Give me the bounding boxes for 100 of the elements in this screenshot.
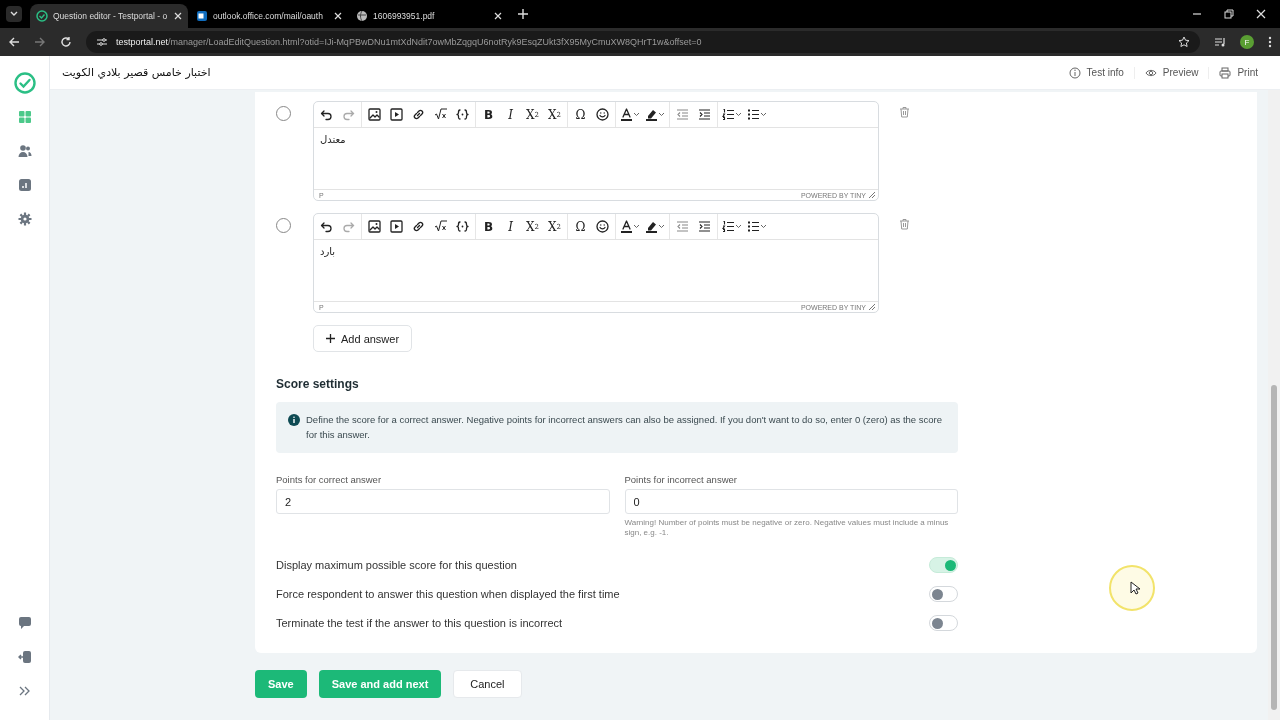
- toggle-label: Display maximum possible score for this question: [276, 558, 517, 571]
- chevron-down-icon: [10, 11, 18, 17]
- square-root-icon: [434, 220, 447, 233]
- outdent-icon: [676, 220, 689, 233]
- forward-arrow-icon[interactable]: [34, 36, 46, 48]
- image-button[interactable]: [365, 217, 384, 236]
- browser-tab[interactable]: 1606993951.pdf: [350, 4, 508, 28]
- number-input-field[interactable]: 2: [276, 489, 610, 514]
- text-color-icon: [620, 220, 633, 233]
- cursor-highlight: [1109, 565, 1155, 611]
- tab-list-button[interactable]: [6, 6, 22, 22]
- address-bar[interactable]: testportal.net/manager/LoadEditQuestion.html?otid=IJi-MqPBwDNu1mtXdNdit7owMbZqgqU6notRyk9EsqZUkt3fX95MyCmuXW8QHrT1w&offset=0: [86, 31, 1200, 53]
- radio-button[interactable]: [276, 106, 291, 121]
- logout-icon[interactable]: [17, 650, 32, 664]
- superscript-button[interactable]: X$^{2}$: [545, 217, 564, 236]
- answer-text[interactable]: معتدل: [314, 128, 878, 189]
- media-control-icon[interactable]: [1214, 37, 1226, 47]
- redo-icon: [342, 220, 355, 233]
- close-icon[interactable]: [494, 12, 502, 20]
- header-action-button[interactable]: Test info: [1058, 66, 1134, 79]
- section-heading: Score settings: [276, 377, 360, 391]
- header-action-button[interactable]: Print: [1208, 66, 1268, 79]
- scrollbar[interactable]: [1268, 90, 1280, 720]
- bulleted-list-icon: [747, 220, 760, 233]
- new-tab-icon[interactable]: [518, 9, 528, 19]
- more-menu-icon[interactable]: [1268, 36, 1272, 48]
- bold-button[interactable]: B: [479, 217, 498, 236]
- browser-tab[interactable]: Question editor - Testportal - o: [30, 4, 188, 28]
- redo-icon: [342, 108, 355, 121]
- users-icon[interactable]: [17, 144, 32, 158]
- close-icon[interactable]: [334, 12, 342, 20]
- image-button[interactable]: [365, 105, 384, 124]
- trash-icon[interactable]: [899, 218, 910, 230]
- warning-text: Warning! Number of points must be negative or zero. Negative values must include a minus sign, e.g. -1.: [624, 518, 950, 538]
- toggle-switch[interactable]: [929, 585, 958, 602]
- numbered-list-icon: [722, 220, 735, 233]
- double-chevron-right-icon[interactable]: [17, 684, 32, 698]
- play-video-icon: [390, 220, 403, 233]
- trash-icon[interactable]: [899, 106, 910, 118]
- chevron-down-icon: [658, 224, 665, 229]
- charmap-button[interactable]: Ω: [571, 217, 590, 236]
- media-button[interactable]: [387, 105, 406, 124]
- toggle-label: Force respondent to answer this question when displayed the first time: [276, 587, 620, 600]
- charmap-button[interactable]: Ω: [571, 105, 590, 124]
- close-icon[interactable]: [174, 12, 182, 20]
- mail-app-icon: [196, 10, 208, 22]
- site-settings-icon[interactable]: [96, 37, 108, 47]
- restore-icon[interactable]: [1224, 9, 1234, 19]
- chevron-down-icon: [633, 112, 640, 117]
- reload-icon[interactable]: [60, 36, 72, 48]
- close-icon[interactable]: [1256, 9, 1266, 19]
- emoji-button[interactable]: [593, 217, 612, 236]
- test-title: اختبار خامس قصير بلادي الكويت: [62, 66, 211, 79]
- code-braces-icon: [456, 220, 469, 233]
- emoji-button[interactable]: [593, 105, 612, 124]
- media-button[interactable]: [387, 217, 406, 236]
- help-bubble-icon[interactable]: [17, 616, 32, 630]
- mouse-pointer-icon: [1130, 581, 1140, 595]
- settings-icon[interactable]: [17, 212, 32, 226]
- smiley-icon: [596, 220, 609, 233]
- toggle-switch[interactable]: [929, 556, 958, 573]
- link-icon: [412, 108, 425, 121]
- textcolor-button[interactable]: [619, 217, 641, 236]
- text-color-icon: [620, 108, 633, 121]
- chevron-down-icon: [760, 224, 767, 229]
- indent-icon: [698, 220, 711, 233]
- numbered-list-icon: [722, 108, 735, 121]
- header-action-button[interactable]: Preview: [1133, 66, 1209, 79]
- superscript-button[interactable]: X$^{2}$: [545, 105, 564, 124]
- square-root-icon: [434, 108, 447, 121]
- italic-button[interactable]: I: [501, 105, 520, 124]
- indent-icon: [698, 108, 711, 121]
- resize-handle-icon[interactable]: [869, 192, 875, 198]
- chevron-down-icon: [735, 224, 742, 229]
- image-icon: [368, 108, 381, 121]
- radio-button[interactable]: [276, 218, 291, 233]
- chart-icon[interactable]: [17, 178, 32, 192]
- resize-handle-icon[interactable]: [869, 304, 875, 310]
- back-arrow-icon[interactable]: [8, 36, 20, 48]
- star-icon[interactable]: [1178, 36, 1190, 48]
- plus-icon: [326, 334, 335, 343]
- info-icon: [1068, 66, 1081, 79]
- textcolor-button[interactable]: [619, 105, 641, 124]
- bold-button[interactable]: B: [479, 105, 498, 124]
- secondary-button[interactable]: Cancel: [453, 670, 522, 698]
- number-input-field[interactable]: 0: [624, 489, 958, 514]
- toggle-switch[interactable]: [929, 614, 958, 631]
- globe-icon: [356, 10, 368, 22]
- toggle-label: Terminate the test if the answer to this question is incorrect: [276, 616, 563, 629]
- printer-icon: [1219, 66, 1232, 79]
- info-icon: [288, 414, 300, 426]
- answer-text[interactable]: بارد: [314, 240, 878, 301]
- play-video-icon: [390, 108, 403, 121]
- smiley-icon: [596, 108, 609, 121]
- italic-button[interactable]: I: [501, 217, 520, 236]
- outdent-icon: [676, 108, 689, 121]
- add-answer-button[interactable]: Add answer: [313, 325, 413, 352]
- code-braces-icon: [456, 108, 469, 121]
- field-label: Points for correct answer: [276, 474, 383, 485]
- browser-tab[interactable]: outlook.office.com/mail/oauth: [190, 4, 348, 28]
